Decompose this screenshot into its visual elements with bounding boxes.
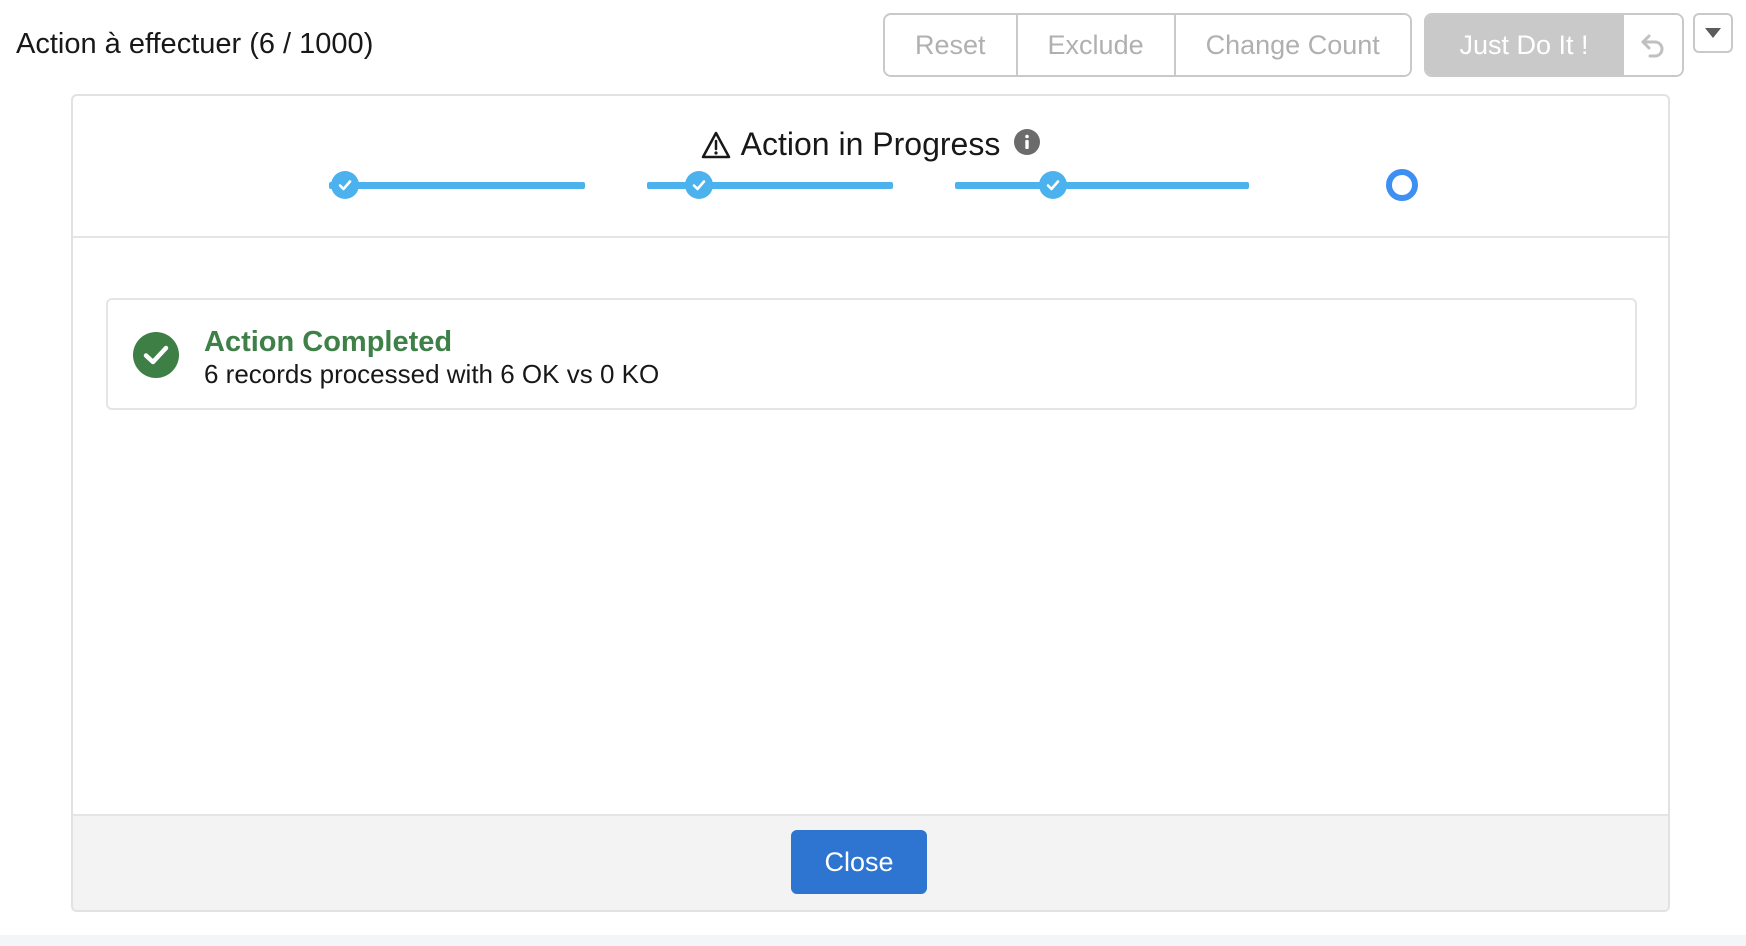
page-title: Action à effectuer (6 / 1000) xyxy=(16,28,374,60)
progress-indicator xyxy=(73,164,1668,204)
notification-title: Action Completed xyxy=(204,326,453,358)
undo-icon xyxy=(1641,34,1664,58)
just-do-it-button[interactable]: Just Do It ! xyxy=(1426,15,1622,75)
progress-segment xyxy=(329,182,585,189)
undo-button[interactable] xyxy=(1622,15,1682,75)
page: Action à effectuer (6 / 1000) Reset Excl… xyxy=(0,0,1746,946)
progress-segment xyxy=(955,182,1249,189)
change-count-button[interactable]: Change Count xyxy=(1173,15,1410,75)
menu-dropdown-button[interactable] xyxy=(1693,13,1733,53)
success-notification: Action Completed 6 records processed wit… xyxy=(106,298,1637,410)
warning-icon xyxy=(701,131,730,158)
info-icon[interactable] xyxy=(1014,128,1041,155)
reset-button[interactable]: Reset xyxy=(885,15,1016,75)
modal-body: Action Completed 6 records processed wit… xyxy=(73,238,1668,814)
notification-message: 6 records processed with 6 OK vs 0 KO xyxy=(204,359,660,389)
progress-step-2[interactable] xyxy=(685,171,713,199)
action-modal: Action in Progress Action Completed 6 re… xyxy=(71,94,1670,912)
progress-step-1[interactable] xyxy=(331,171,359,199)
page-bottom-strip xyxy=(0,935,1746,946)
modal-title: Action in Progress xyxy=(740,126,1001,162)
success-check-icon xyxy=(133,332,179,378)
progress-step-4-current[interactable] xyxy=(1386,169,1418,201)
check-icon xyxy=(338,180,352,191)
check-icon xyxy=(692,180,706,191)
progress-step-3[interactable] xyxy=(1039,171,1067,199)
check-icon xyxy=(1046,180,1060,191)
chevron-down-icon xyxy=(1705,28,1721,38)
modal-footer: Close xyxy=(73,814,1668,910)
close-button[interactable]: Close xyxy=(791,830,927,894)
modal-heading: Action in Progress xyxy=(73,126,1668,163)
modal-header: Action in Progress xyxy=(73,96,1668,238)
exclude-button[interactable]: Exclude xyxy=(1015,15,1174,75)
progress-segment xyxy=(647,182,893,189)
action-button-group: Reset Exclude Change Count xyxy=(883,13,1412,77)
run-button-group: Just Do It ! xyxy=(1424,13,1684,77)
